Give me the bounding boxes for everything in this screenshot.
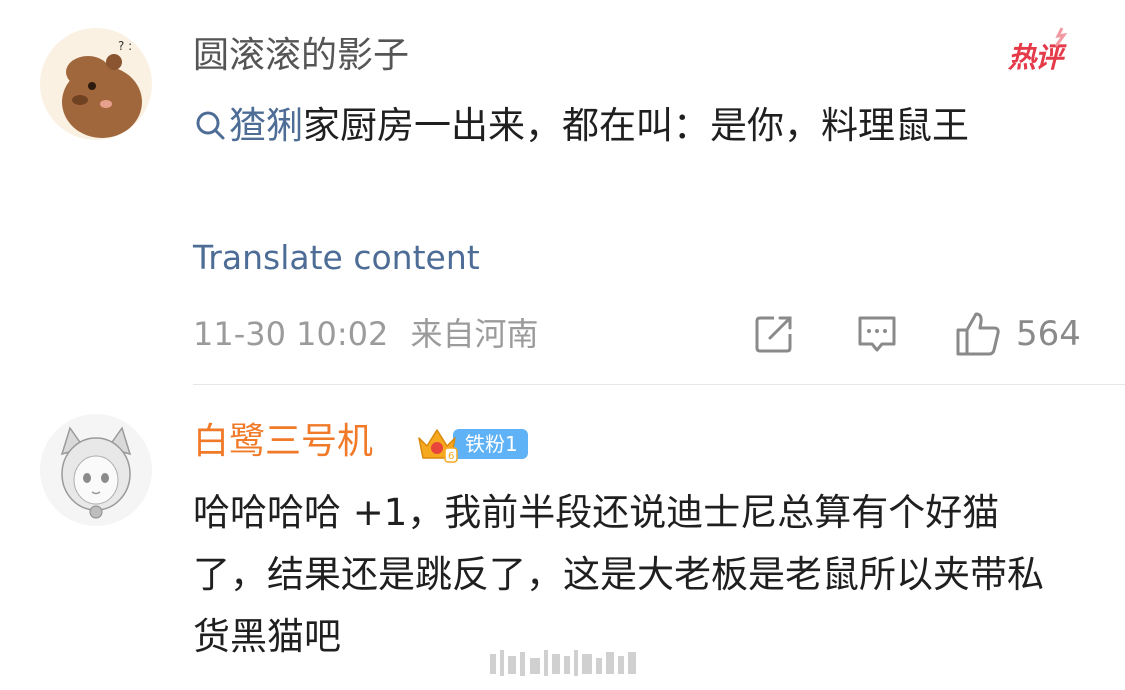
like-icon — [956, 312, 1000, 356]
comment-text: 猹猁家厨房一出来，都在叫：是你，料理鼠王 — [193, 96, 1073, 156]
comment-icon — [858, 316, 896, 352]
username[interactable]: 白鹭三号机 — [193, 420, 373, 464]
timestamp: 11-30 10:02 — [193, 315, 389, 353]
location: 来自河南 — [410, 315, 539, 353]
spark-icon — [1054, 27, 1068, 47]
like-button[interactable]: 564 — [954, 310, 1081, 358]
repost-button[interactable] — [752, 310, 796, 358]
fan-badge[interactable]: 6 铁粉1 — [415, 424, 528, 464]
hot-comment-badge: 热评 — [1008, 27, 1068, 76]
watermark — [490, 650, 636, 676]
fan-badge-label: 铁粉1 — [453, 429, 528, 459]
search-link[interactable]: 猹猁 — [193, 104, 303, 147]
comment-meta: 11-30 10:02 来自河南 — [193, 312, 539, 356]
comment-text: 哈哈哈哈 +1，我前半段还说迪士尼总算有个好猫了，结果还是跳反了，这是大老板是老… — [193, 491, 1044, 658]
avatar-anime-girl[interactable] — [40, 414, 152, 526]
comment-thread: ? : 圆滚滚的影子 热评 猹猁家厨房一出来，都在叫：是你，料理鼠王 Trans… — [0, 0, 1125, 690]
search-icon — [196, 111, 225, 140]
repost-icon — [755, 316, 792, 353]
divider — [193, 384, 1125, 385]
comment-body: 家厨房一出来，都在叫：是你，料理鼠王 — [303, 104, 969, 147]
svg-text:6: 6 — [448, 451, 454, 462]
username[interactable]: 圆滚滚的影子 — [193, 34, 409, 78]
comment-button[interactable] — [855, 310, 899, 358]
crown-icon: 6 — [418, 429, 458, 463]
translate-link[interactable]: Translate content — [193, 236, 480, 280]
like-count: 564 — [1016, 314, 1081, 354]
search-term[interactable]: 猹猁 — [229, 104, 303, 147]
avatar-capybara[interactable]: ? : — [40, 28, 152, 140]
svg-text:? :: ? : — [118, 39, 132, 53]
